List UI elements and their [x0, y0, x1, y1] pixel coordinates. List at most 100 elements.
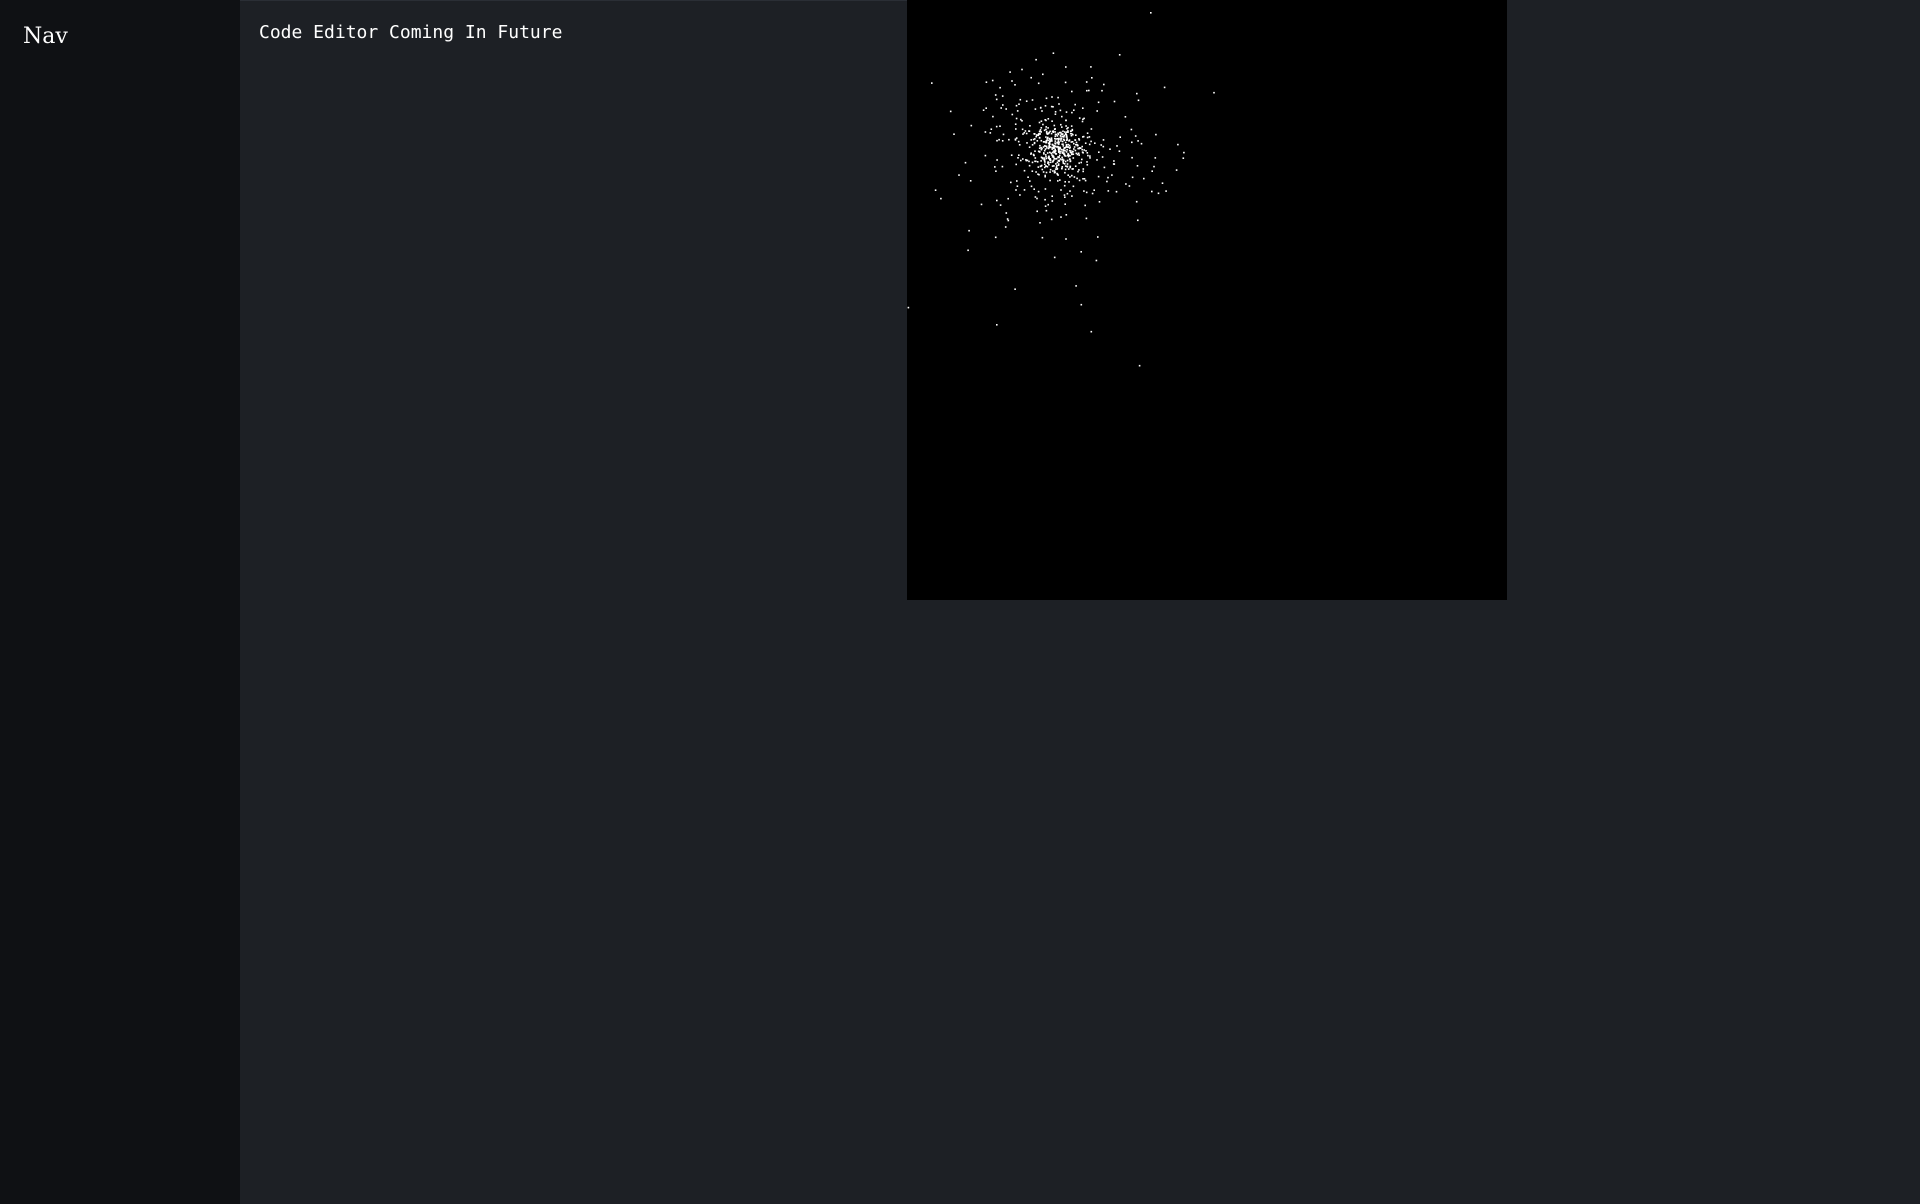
particle — [1039, 144, 1041, 147]
particle — [1119, 136, 1121, 138]
particle — [991, 79, 994, 82]
particle — [1056, 168, 1058, 170]
particle — [1067, 130, 1069, 132]
particle — [1066, 165, 1069, 168]
particle — [1045, 97, 1048, 100]
particle — [969, 180, 972, 182]
particle — [1045, 145, 1048, 148]
particle — [958, 174, 960, 176]
particle — [1064, 165, 1067, 167]
particle — [1063, 134, 1065, 137]
particle — [1107, 176, 1109, 179]
particle — [1070, 134, 1073, 137]
particle — [990, 128, 993, 130]
particle — [1081, 148, 1083, 151]
particle — [1151, 170, 1153, 172]
particle — [1001, 95, 1004, 97]
particle — [1081, 145, 1083, 148]
particle — [985, 107, 987, 109]
particle — [1042, 123, 1044, 126]
particle — [1043, 158, 1046, 161]
particle — [1049, 171, 1051, 173]
particle — [1075, 141, 1078, 144]
particle — [994, 236, 997, 239]
particle — [968, 229, 970, 232]
particle — [1045, 136, 1047, 138]
particle — [1082, 168, 1085, 170]
particle — [1071, 129, 1074, 132]
particle — [1161, 182, 1164, 184]
particle — [1061, 166, 1064, 168]
particle — [1091, 192, 1094, 195]
particle — [1136, 92, 1138, 95]
particle — [953, 133, 955, 135]
particle — [1034, 196, 1037, 198]
particle — [1044, 198, 1046, 201]
particle — [1045, 126, 1047, 128]
particle — [1058, 103, 1060, 105]
particle — [1113, 100, 1116, 103]
particle — [1053, 256, 1056, 259]
particle — [1071, 90, 1073, 93]
particle — [967, 249, 969, 252]
particle — [1074, 139, 1076, 141]
particle — [1053, 147, 1056, 149]
particle — [1069, 166, 1071, 169]
particle — [1057, 140, 1060, 143]
particle — [1057, 132, 1059, 135]
particle — [1038, 130, 1041, 133]
particle — [1042, 73, 1044, 76]
particle — [1065, 214, 1068, 216]
particle — [1006, 218, 1009, 220]
particle — [1054, 131, 1056, 133]
particle — [1151, 190, 1153, 193]
particle — [1137, 219, 1139, 222]
particle — [1059, 179, 1061, 181]
particle — [1054, 111, 1057, 113]
particle — [1014, 84, 1016, 86]
particle — [1030, 185, 1033, 188]
particle — [1098, 201, 1101, 203]
particle — [1057, 156, 1060, 159]
particle-simulation-canvas[interactable] — [907, 0, 1507, 600]
particle — [996, 324, 998, 326]
particle — [1096, 110, 1098, 112]
particle — [1060, 148, 1063, 151]
particle — [1213, 91, 1215, 94]
particle — [1155, 133, 1157, 136]
particle — [1069, 160, 1072, 162]
code-editor-panel[interactable]: Code Editor Coming In Future — [240, 0, 907, 1203]
particle — [1054, 137, 1056, 140]
particle — [1014, 288, 1016, 290]
particle — [1044, 174, 1046, 177]
particle — [992, 115, 994, 118]
particle — [1045, 157, 1048, 160]
particle — [1053, 170, 1056, 172]
particle — [1067, 146, 1069, 149]
particle — [1153, 165, 1155, 168]
particle — [1034, 160, 1036, 163]
particle — [1056, 164, 1058, 167]
particle — [995, 170, 997, 172]
particle — [1056, 138, 1059, 140]
particle — [1056, 161, 1059, 164]
particle — [1077, 170, 1079, 173]
particle — [1086, 132, 1089, 134]
particle — [1039, 222, 1041, 224]
particle — [1005, 108, 1007, 110]
particle — [1047, 127, 1049, 129]
particle — [1054, 140, 1057, 142]
particle — [1086, 164, 1089, 166]
particle — [1086, 136, 1089, 139]
particle — [1131, 156, 1133, 159]
particle — [1048, 156, 1050, 158]
particle — [1045, 132, 1048, 134]
particle — [1073, 109, 1075, 111]
particle — [1083, 149, 1085, 151]
particle — [1043, 157, 1045, 159]
particle — [1042, 146, 1045, 148]
particle — [1067, 168, 1070, 170]
particle — [1034, 150, 1036, 152]
particle — [1020, 118, 1022, 121]
particle — [1043, 152, 1045, 154]
